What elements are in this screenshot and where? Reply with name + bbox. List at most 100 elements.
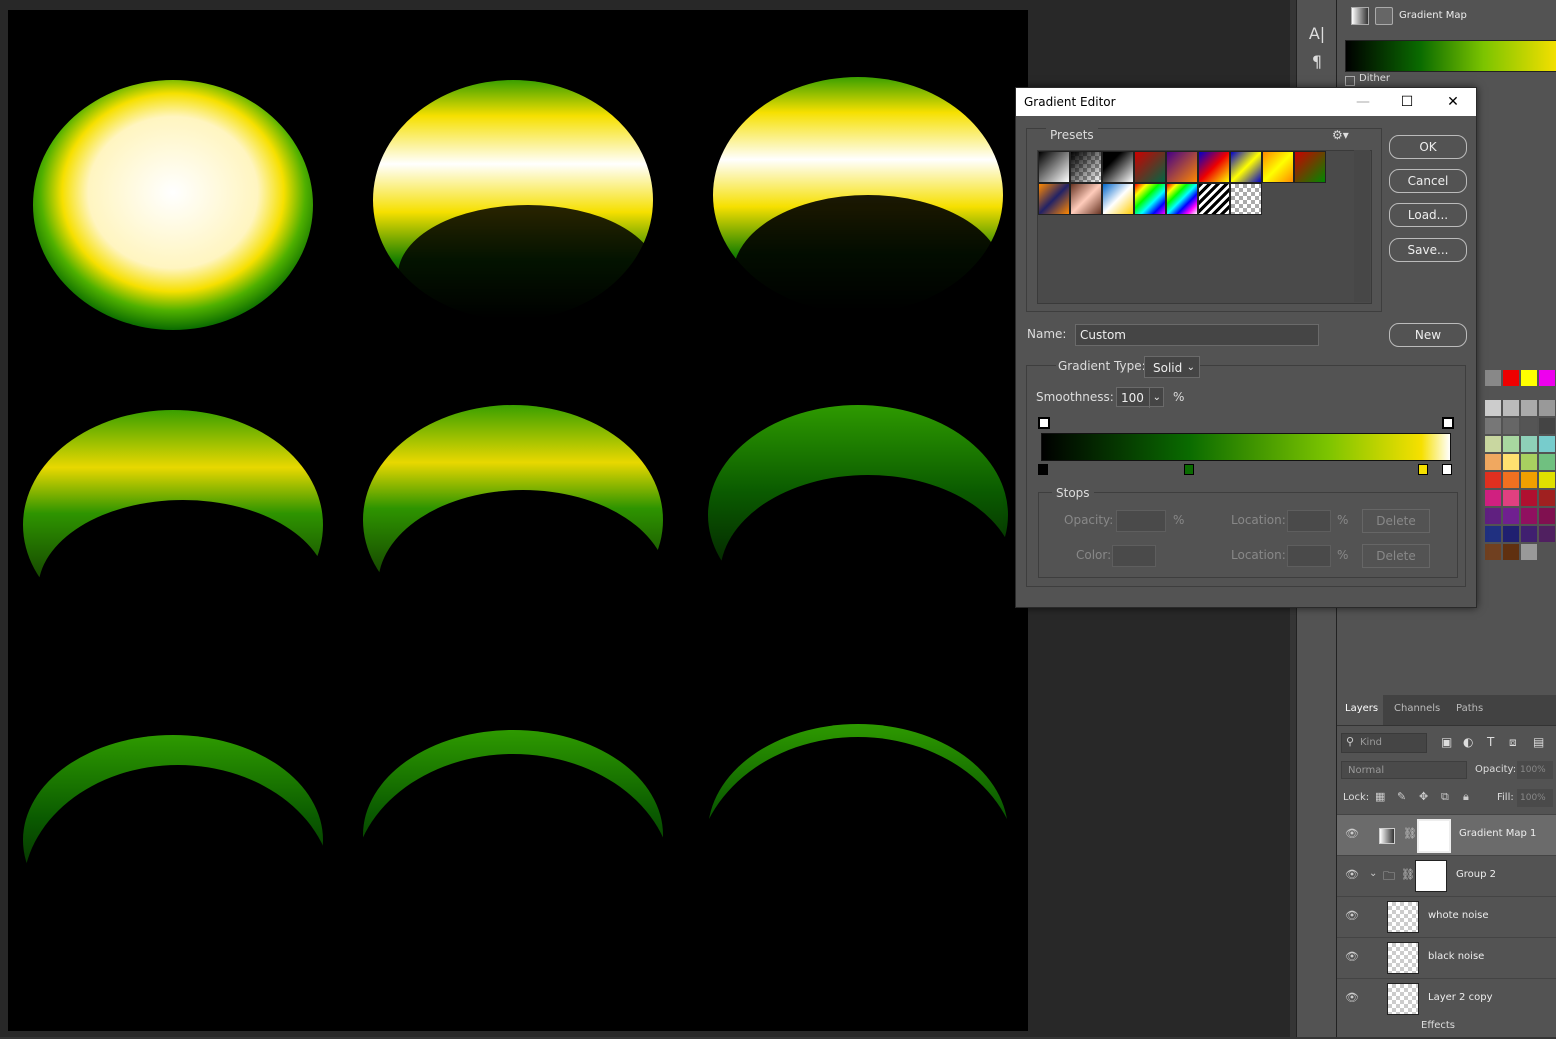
- stop-color-swatch[interactable]: [1112, 545, 1156, 567]
- swatch[interactable]: [1485, 490, 1501, 506]
- lock-position-icon[interactable]: ✥: [1419, 790, 1428, 803]
- link-chain-icon[interactable]: ⛓︎: [1401, 868, 1415, 881]
- swatch[interactable]: [1503, 490, 1519, 506]
- swatch[interactable]: [1485, 472, 1501, 488]
- preset-swatch[interactable]: [1070, 183, 1102, 215]
- swatch[interactable]: [1539, 490, 1555, 506]
- filter-pixel-icon[interactable]: ▣: [1441, 735, 1452, 749]
- swatch[interactable]: [1521, 454, 1537, 470]
- preset-swatch[interactable]: [1294, 151, 1326, 183]
- layer-name[interactable]: Gradient Map 1: [1459, 828, 1536, 839]
- lock-transparent-icon[interactable]: ▦: [1375, 790, 1385, 803]
- swatch[interactable]: [1485, 544, 1501, 560]
- maximize-icon[interactable]: ☐: [1392, 92, 1422, 112]
- swatch[interactable]: [1521, 370, 1537, 386]
- visibility-eye-icon[interactable]: 👁︎: [1345, 827, 1359, 841]
- preset-swatch[interactable]: [1102, 151, 1134, 183]
- layer-name[interactable]: black noise: [1428, 951, 1484, 962]
- preset-swatch[interactable]: [1230, 183, 1262, 215]
- delete-color-stop-button[interactable]: Delete: [1362, 544, 1430, 568]
- color-stop[interactable]: [1418, 464, 1428, 475]
- filter-shape-icon[interactable]: ⧈: [1509, 735, 1517, 750]
- layer-name[interactable]: whote noise: [1428, 910, 1488, 921]
- filter-type-icon[interactable]: T: [1487, 735, 1494, 749]
- group-mask-thumbnail[interactable]: [1415, 860, 1447, 892]
- swatch[interactable]: [1503, 508, 1519, 524]
- swatch[interactable]: [1539, 370, 1555, 386]
- swatch[interactable]: [1521, 436, 1537, 452]
- layer-filter-kind[interactable]: ⚲ Kind: [1341, 733, 1427, 753]
- cancel-button[interactable]: Cancel: [1389, 169, 1467, 193]
- ok-button[interactable]: OK: [1389, 135, 1467, 159]
- dialog-titlebar[interactable]: Gradient Editor — ☐ ✕: [1016, 88, 1476, 116]
- link-chain-icon[interactable]: ⛓︎: [1403, 827, 1417, 840]
- adjustment-icon[interactable]: [1351, 7, 1369, 25]
- layer-thumbnail[interactable]: [1387, 942, 1419, 974]
- swatch[interactable]: [1521, 526, 1537, 542]
- swatch[interactable]: [1539, 418, 1555, 434]
- swatch[interactable]: [1521, 544, 1537, 560]
- preset-swatch[interactable]: [1038, 183, 1070, 215]
- character-panel-icon[interactable]: A|: [1303, 22, 1331, 46]
- swatch[interactable]: [1539, 508, 1555, 524]
- preset-swatch[interactable]: [1134, 183, 1166, 215]
- swatch[interactable]: [1521, 472, 1537, 488]
- lock-all-icon[interactable]: 🔒︎: [1463, 790, 1469, 804]
- layer-thumbnail[interactable]: [1387, 901, 1419, 933]
- visibility-eye-icon[interactable]: 👁︎: [1345, 868, 1359, 882]
- mask-icon[interactable]: [1375, 7, 1393, 25]
- lock-image-icon[interactable]: ✎: [1397, 790, 1406, 803]
- layer-mask-thumbnail[interactable]: [1417, 819, 1451, 853]
- visibility-eye-icon[interactable]: 👁︎: [1345, 950, 1359, 964]
- preset-swatch[interactable]: [1102, 183, 1134, 215]
- delete-opacity-stop-button[interactable]: Delete: [1362, 509, 1430, 533]
- gradient-type-select[interactable]: Solid ⌄: [1144, 356, 1200, 378]
- color-stop[interactable]: [1442, 464, 1452, 475]
- save-button[interactable]: Save...: [1389, 238, 1467, 262]
- blend-mode-select[interactable]: Normal: [1341, 761, 1467, 779]
- swatch[interactable]: [1521, 418, 1537, 434]
- swatch[interactable]: [1503, 418, 1519, 434]
- chevron-down-icon[interactable]: ⌄: [1369, 868, 1377, 879]
- presets-scrollbar[interactable]: [1354, 150, 1370, 302]
- swatch[interactable]: [1539, 526, 1555, 542]
- lock-artboard-icon[interactable]: ⧉: [1441, 790, 1449, 804]
- load-button[interactable]: Load...: [1389, 203, 1467, 227]
- visibility-eye-icon[interactable]: 👁︎: [1345, 909, 1359, 923]
- fill-input[interactable]: 100%: [1517, 789, 1553, 807]
- gear-icon[interactable]: ⚙▾: [1332, 128, 1349, 142]
- preset-swatch[interactable]: [1070, 151, 1102, 183]
- minimize-icon[interactable]: —: [1348, 92, 1378, 112]
- preset-swatch[interactable]: [1134, 151, 1166, 183]
- layer-name[interactable]: Layer 2 copy: [1428, 992, 1492, 1003]
- gradient-map-preview[interactable]: [1345, 40, 1556, 72]
- name-input[interactable]: [1075, 324, 1319, 346]
- gradient-bar[interactable]: [1041, 433, 1451, 461]
- smoothness-input[interactable]: 100 ⌄: [1116, 387, 1164, 408]
- swatch[interactable]: [1503, 454, 1519, 470]
- paragraph-panel-icon[interactable]: ¶: [1303, 50, 1331, 74]
- filter-smart-object-icon[interactable]: ▤: [1533, 735, 1544, 749]
- layer-row-group[interactable]: 👁︎ ⌄ 🗀︎ ⛓︎ Group 2: [1337, 855, 1556, 896]
- swatch[interactable]: [1485, 508, 1501, 524]
- preset-swatch[interactable]: [1038, 151, 1070, 183]
- tab-paths[interactable]: Paths: [1456, 703, 1483, 714]
- swatch[interactable]: [1485, 436, 1501, 452]
- swatch[interactable]: [1485, 454, 1501, 470]
- tab-layers[interactable]: Layers: [1345, 703, 1378, 714]
- preset-swatch[interactable]: [1166, 151, 1198, 183]
- layer-row[interactable]: 👁︎ Layer 2 copy Effects: [1337, 978, 1556, 1039]
- layer-thumbnail[interactable]: [1387, 983, 1419, 1015]
- swatch[interactable]: [1521, 508, 1537, 524]
- swatch[interactable]: [1503, 436, 1519, 452]
- swatch[interactable]: [1539, 400, 1555, 416]
- swatch[interactable]: [1521, 400, 1537, 416]
- opacity-stop-right[interactable]: [1442, 417, 1454, 429]
- opacity-location-input[interactable]: [1287, 510, 1331, 532]
- opacity-stop-left[interactable]: [1038, 417, 1050, 429]
- swatch[interactable]: [1503, 526, 1519, 542]
- preset-swatch[interactable]: [1198, 151, 1230, 183]
- swatch[interactable]: [1485, 418, 1501, 434]
- opacity-input[interactable]: 100%: [1517, 761, 1553, 779]
- dither-checkbox[interactable]: [1345, 76, 1355, 86]
